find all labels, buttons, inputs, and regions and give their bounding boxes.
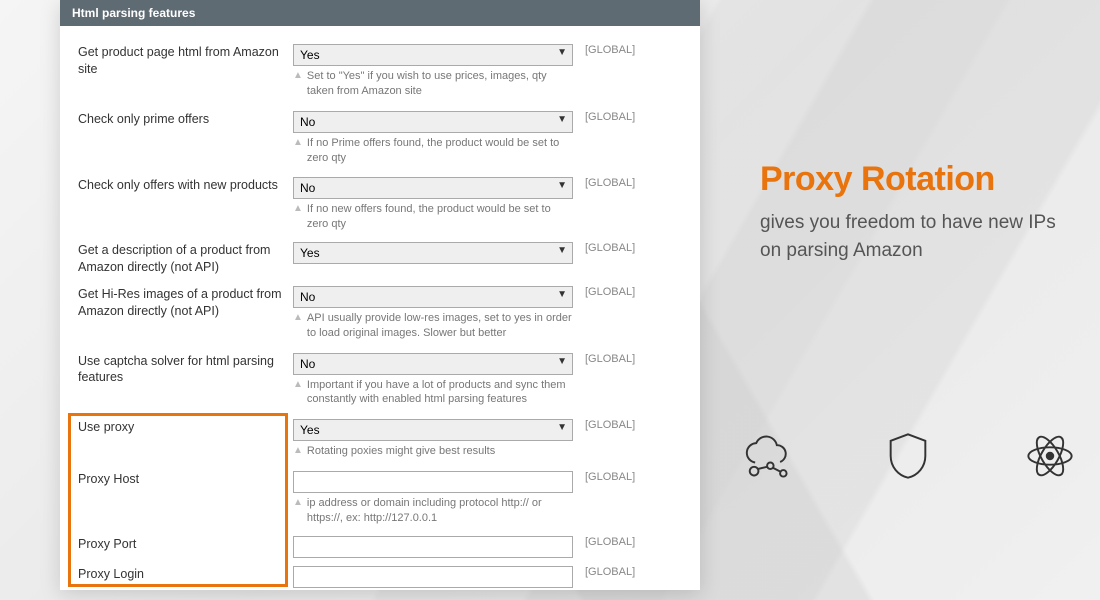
hint-triangle-icon: ▲ (293, 202, 303, 232)
scope-label: [GLOBAL] (573, 419, 653, 459)
hint-text: If no Prime offers found, the product wo… (307, 136, 573, 166)
field-label: Proxy Login (78, 566, 293, 588)
select-wrap: No (293, 353, 573, 375)
field-label: Proxy Host (78, 471, 293, 526)
hint-text: Set to "Yes" if you wish to use prices, … (307, 69, 573, 99)
field-label: Use proxy (78, 419, 293, 459)
field-control: No ▲API usually provide low-res images, s… (293, 286, 573, 341)
field-hint: ▲Important if you have a lot of products… (293, 378, 573, 408)
hint-triangle-icon: ▲ (293, 444, 303, 459)
settings-panel: Html parsing features Get product page h… (60, 0, 700, 590)
field-row: Get a description of a product from Amaz… (78, 238, 682, 280)
field-input[interactable] (293, 566, 573, 588)
hint-text: ip address or domain including protocol … (307, 496, 573, 526)
field-row: Use proxyYes ▲ Rotating poxies might give … (78, 413, 682, 465)
field-select[interactable]: Yes (293, 242, 573, 264)
field-row: Use captcha solver for html parsing feat… (78, 347, 682, 414)
field-select[interactable]: Yes (293, 44, 573, 66)
hint-triangle-icon: ▲ (293, 136, 303, 166)
field-select[interactable]: Yes (293, 419, 573, 441)
field-input[interactable] (293, 471, 573, 493)
field-hint: ▲If no new offers found, the product wou… (293, 202, 573, 232)
select-wrap: Yes (293, 419, 573, 441)
field-row: Get product page html from Amazon siteYe… (78, 38, 682, 105)
promo-block: Proxy Rotation gives you freedom to have… (760, 160, 1080, 264)
scope-label: [GLOBAL] (573, 111, 653, 166)
field-control: No ▲If no new offers found, the product w… (293, 177, 573, 232)
field-row: Proxy Login [GLOBAL] (78, 562, 682, 592)
field-select[interactable]: No (293, 111, 573, 133)
field-hint: ▲API usually provide low-res images, set… (293, 311, 573, 341)
panel-header: Html parsing features (60, 0, 700, 26)
scope-label: [GLOBAL] (573, 286, 653, 341)
hint-triangle-icon: ▲ (293, 311, 303, 341)
field-label: Check only prime offers (78, 111, 293, 166)
select-wrap: Yes (293, 44, 573, 66)
field-label: Get product page html from Amazon site (78, 44, 293, 99)
field-select[interactable]: No (293, 286, 573, 308)
scope-label: [GLOBAL] (573, 566, 653, 588)
atom-icon (1024, 430, 1076, 482)
field-select[interactable]: No (293, 177, 573, 199)
promo-title: Proxy Rotation (760, 160, 1080, 199)
shield-icon (882, 430, 934, 482)
scope-label: [GLOBAL] (573, 44, 653, 99)
field-control (293, 536, 573, 558)
promo-subtitle: gives you freedom to have new IPs on par… (760, 209, 1080, 264)
hint-text: Rotating poxies might give best results (307, 444, 495, 459)
field-control: Yes (293, 242, 573, 276)
field-row: Proxy Host▲ip address or domain includin… (78, 465, 682, 532)
panel-body: Get product page html from Amazon siteYe… (60, 26, 700, 592)
select-wrap: No (293, 286, 573, 308)
field-select[interactable]: No (293, 353, 573, 375)
field-label: Get a description of a product from Amaz… (78, 242, 293, 276)
field-control: No ▲If no Prime offers found, the product… (293, 111, 573, 166)
field-control: Yes ▲Set to "Yes" if you wish to use pric… (293, 44, 573, 99)
field-hint: ▲If no Prime offers found, the product w… (293, 136, 573, 166)
promo-icons-row (740, 430, 1076, 482)
scope-label: [GLOBAL] (573, 242, 653, 276)
hint-text: Important if you have a lot of products … (307, 378, 573, 408)
field-hint: ▲ Rotating poxies might give best results (293, 444, 573, 459)
cloud-network-icon (740, 430, 792, 482)
scope-label: [GLOBAL] (573, 177, 653, 232)
select-wrap: No (293, 177, 573, 199)
hint-triangle-icon: ▲ (293, 496, 303, 526)
field-control: ▲ip address or domain including protocol… (293, 471, 573, 526)
field-control (293, 566, 573, 588)
field-input[interactable] (293, 536, 573, 558)
hint-triangle-icon: ▲ (293, 378, 303, 408)
hint-text: If no new offers found, the product woul… (307, 202, 573, 232)
select-wrap: No (293, 111, 573, 133)
field-label: Check only offers with new products (78, 177, 293, 232)
field-label: Proxy Port (78, 536, 293, 558)
hint-text: API usually provide low-res images, set … (307, 311, 573, 341)
field-control: Yes ▲ Rotating poxies might give best resu… (293, 419, 573, 459)
field-hint: ▲ip address or domain including protocol… (293, 496, 573, 526)
field-row: Check only offers with new productsNo ▲If… (78, 171, 682, 238)
scope-label: [GLOBAL] (573, 353, 653, 408)
field-label: Get Hi-Res images of a product from Amaz… (78, 286, 293, 341)
field-row: Check only prime offersNo ▲If no Prime of… (78, 105, 682, 172)
scope-label: [GLOBAL] (573, 471, 653, 526)
field-row: Proxy Port [GLOBAL] (78, 532, 682, 562)
field-control: No ▲Important if you have a lot of produc… (293, 353, 573, 408)
field-label: Use captcha solver for html parsing feat… (78, 353, 293, 408)
scope-label: [GLOBAL] (573, 536, 653, 558)
field-hint: ▲Set to "Yes" if you wish to use prices,… (293, 69, 573, 99)
field-row: Get Hi-Res images of a product from Amaz… (78, 280, 682, 347)
hint-triangle-icon: ▲ (293, 69, 303, 99)
select-wrap: Yes (293, 242, 573, 264)
